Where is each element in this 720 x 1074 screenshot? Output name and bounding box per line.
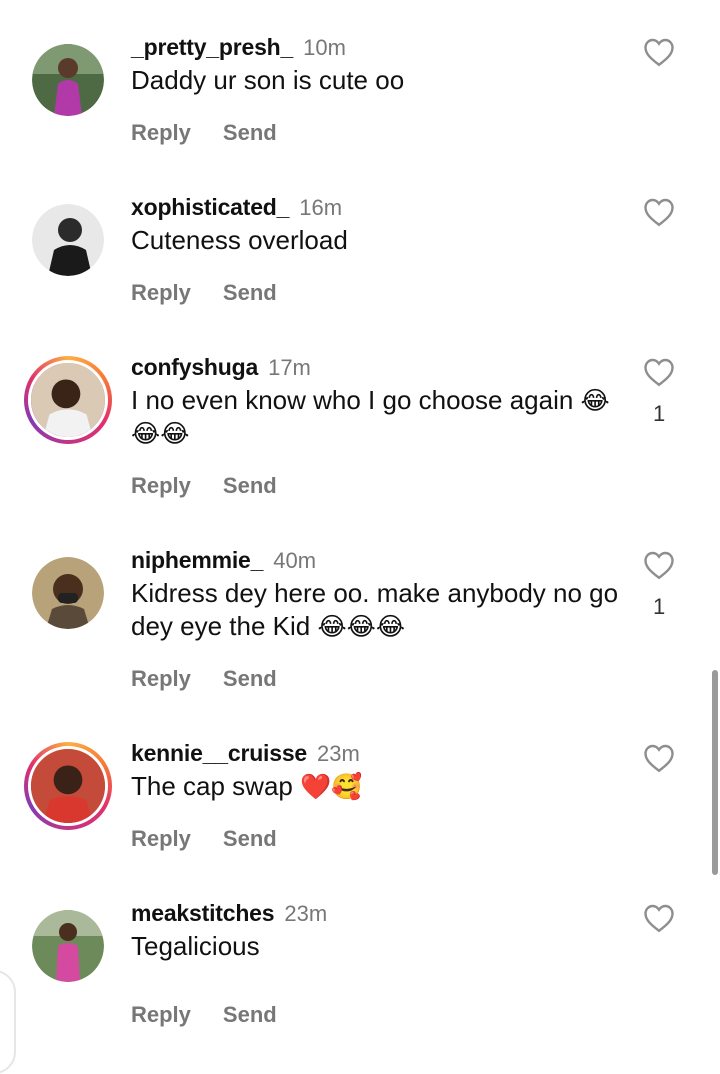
reply-button[interactable]: Reply [131,1002,191,1027]
heart-outline-icon[interactable] [641,194,677,230]
send-button[interactable]: Send [223,1002,277,1027]
reply-button[interactable]: Reply [131,120,191,145]
avatar[interactable] [32,44,104,116]
emoji: ❤️🥰 [300,772,363,801]
send-button[interactable]: Send [223,826,277,851]
comment-text: The cap swap ❤️🥰 [131,770,621,803]
heart-outline-icon[interactable] [641,740,677,776]
emoji: 😂😂😂 [317,612,406,641]
comment-username[interactable]: niphemmie_ [131,547,263,573]
comment-body: Cuteness overload [131,225,348,255]
heart-outline-icon[interactable] [641,354,677,390]
avatar[interactable] [24,742,112,830]
avatar[interactable] [32,204,104,276]
like-count: 1 [653,594,666,619]
comment-time: 23m [317,741,360,766]
comment-username[interactable]: _pretty_presh_ [131,34,293,60]
heart-outline-icon[interactable] [641,900,677,936]
reply-button[interactable]: Reply [131,280,191,305]
reply-button[interactable]: Reply [131,826,191,851]
send-button[interactable]: Send [223,280,277,305]
heart-outline-icon[interactable] [641,547,677,583]
comment-time: 16m [299,195,343,220]
comment-body: I no even know who I go choose again [131,385,574,415]
heart-outline-icon[interactable] [641,34,677,70]
send-button[interactable]: Send [223,120,277,145]
send-button[interactable]: Send [223,666,277,691]
like-count: 1 [653,401,666,426]
avatar[interactable] [32,910,104,982]
comment-time: 17m [268,355,311,380]
comment-username[interactable]: meakstitches [131,900,275,926]
avatar[interactable] [32,557,104,629]
comment-text: Cuteness overload [131,224,621,257]
comment-text: Kidress dey here oo. make anybody no go … [131,577,621,643]
scrollbar[interactable] [712,670,718,875]
comment-username[interactable]: kennie__cruisse [131,740,307,766]
comment-body: The cap swap [131,771,293,801]
send-button[interactable]: Send [223,473,277,498]
comment-text: Tegalicious [131,930,621,963]
comment-username[interactable]: confyshuga [131,354,258,380]
comment-time: 40m [273,548,317,573]
comment-text: Daddy ur son is cute oo [131,64,621,97]
comment-username[interactable]: xophisticated_ [131,194,289,220]
comment-body: Daddy ur son is cute oo [131,65,405,95]
comment-time: 23m [284,901,328,926]
edge-handle [0,970,16,1074]
avatar[interactable] [24,356,112,444]
reply-button[interactable]: Reply [131,666,191,691]
comment-text: I no even know who I go choose again 😂😂😂 [131,384,621,450]
reply-button[interactable]: Reply [131,473,191,498]
comment-time: 10m [303,35,346,60]
comment-body: Tegalicious [131,931,260,961]
